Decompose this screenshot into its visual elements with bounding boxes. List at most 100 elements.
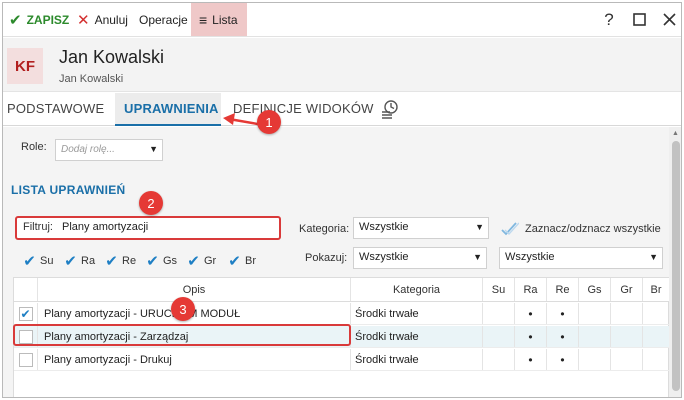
tab-history[interactable] [380,99,400,119]
row-ra[interactable]: • [515,349,547,370]
column-header-ra[interactable]: Ra [515,278,547,301]
row-br[interactable] [643,349,669,370]
pokazuj-label: Pokazuj: [305,252,348,264]
table-row[interactable]: Plany amortyzacji - Drukuj Środki trwałe… [14,349,669,371]
avatar: KF [7,48,43,84]
row-checkbox-cell: ✔ [14,303,38,324]
row-checkbox[interactable]: ✔ [18,306,33,321]
scroll-up-icon[interactable]: ▲ [672,130,679,137]
section-title: LISTA UPRAWNIEŃ [11,183,126,197]
save-button[interactable]: ✔ ZAPISZ [9,3,69,36]
row-gr[interactable] [611,349,643,370]
scrollbar-thumb[interactable] [672,141,680,391]
row-gs[interactable] [579,303,611,324]
row-ra[interactable]: • [515,303,547,324]
tab-basic[interactable]: PODSTAWOWE [7,101,104,116]
column-header-gs[interactable]: Gs [579,278,611,301]
row-su[interactable] [483,349,515,370]
chevron-down-icon: ▼ [149,144,158,154]
tab-bar: PODSTAWOWE UPRAWNIENIA DEFINICJE WIDOKÓW [3,93,681,126]
column-header-gr[interactable]: Gr [611,278,643,301]
row-checkbox[interactable] [18,352,33,367]
row-highlight-outline [13,324,351,346]
tab-permissions[interactable]: UPRAWNIENIA [115,93,221,126]
row-re[interactable]: • [547,326,579,347]
maximize-button[interactable] [627,3,651,36]
table-row[interactable]: ✔ Plany amortyzacji - URUCHOM MODUŁ Środ… [14,303,669,325]
help-button[interactable]: ? [597,3,621,36]
kategoria-select[interactable]: Wszystkie ▼ [353,217,489,239]
menu-icon: ≡ [199,11,208,28]
row-ra[interactable]: • [515,326,547,347]
maximize-icon [632,13,646,26]
app-window: ✔ ZAPISZ ✕ Anuluj Operacje ≡ Lista ? KF … [2,2,682,398]
column-header-opis[interactable]: Opis [38,278,351,301]
row-opis: Plany amortyzacji - Drukuj [38,349,351,370]
kategoria-label: Kategoria: [299,223,350,235]
column-toggle-br[interactable]: ✔ Br [224,252,265,270]
row-br[interactable] [643,303,669,324]
row-gs[interactable] [579,349,611,370]
header-check-cell [14,278,38,301]
table-header-row: Opis Kategoria Su Ra Re Gs Gr Br [14,278,669,302]
secondary-filter-select[interactable]: Wszystkie ▼ [499,247,663,269]
filter-label: Filtruj: [23,221,53,233]
column-toggle-ra[interactable]: ✔ Ra [60,252,101,270]
operations-button[interactable]: Operacje [139,3,188,36]
row-re[interactable]: • [547,349,579,370]
check-icon: ✔ [146,253,159,270]
row-gr[interactable] [611,303,643,324]
toolbar: ✔ ZAPISZ ✕ Anuluj Operacje ≡ Lista ? [3,3,681,37]
toggle-all-button[interactable]: Zaznacz/odznacz wszystkie [501,221,661,237]
annotation-badge-1: 1 [257,110,281,134]
check-icon: ✔ [9,11,22,29]
column-header-br[interactable]: Br [643,278,669,301]
annotation-badge-2: 2 [139,191,163,215]
row-re[interactable]: • [547,303,579,324]
vertical-scrollbar[interactable]: ▲ [669,127,681,397]
check-icon: ✔ [20,306,31,321]
row-kategoria: Środki trwałe [351,326,483,347]
row-su[interactable] [483,326,515,347]
column-toggle-re[interactable]: ✔ Re [101,252,142,270]
column-toggles: ✔ Su ✔ Ra ✔ Re ✔ Gs ✔ Gr ✔ Br [19,249,265,273]
close-icon [662,13,676,26]
row-gr[interactable] [611,326,643,347]
row-br[interactable] [643,326,669,347]
check-icon: ✔ [187,253,200,270]
column-header-su[interactable]: Su [483,278,515,301]
filter-value: Plany amortyzacji [62,221,149,233]
chevron-down-icon: ▼ [473,252,482,262]
close-x-icon: ✕ [77,11,90,29]
row-checkbox-cell [14,349,38,370]
column-toggle-gr[interactable]: ✔ Gr [183,252,224,270]
permissions-panel: Role: Dodaj rolę... ▼ LISTA UPRAWNIEŃ Fi… [3,127,669,397]
chevron-down-icon: ▼ [475,222,484,232]
chevron-down-icon: ▼ [649,252,658,262]
filter-input[interactable]: Filtruj: Plany amortyzacji [15,216,281,240]
history-icon [382,100,398,119]
record-header: KF Jan Kowalski Jan Kowalski [3,38,681,92]
row-kategoria: Środki trwałe [351,349,483,370]
row-su[interactable] [483,303,515,324]
check-icon: ✔ [105,253,118,270]
record-title: Jan Kowalski [59,47,165,67]
role-select[interactable]: Dodaj rolę... ▼ [55,139,163,161]
check-icon: ✔ [228,253,241,270]
record-subtitle: Jan Kowalski [59,73,124,85]
row-kategoria: Środki trwałe [351,303,483,324]
list-button[interactable]: ≡ Lista [191,3,247,36]
column-header-re[interactable]: Re [547,278,579,301]
role-label: Role: [21,141,47,153]
check-icon: ✔ [64,253,77,270]
close-window-button[interactable] [657,3,681,36]
row-gs[interactable] [579,326,611,347]
check-icon: ✔ [23,253,36,270]
pokazuj-select[interactable]: Wszystkie ▼ [353,247,487,269]
column-toggle-gs[interactable]: ✔ Gs [142,252,183,270]
double-check-icon [501,222,519,236]
column-toggle-su[interactable]: ✔ Su [19,252,60,270]
cancel-button[interactable]: ✕ Anuluj [77,3,128,36]
column-header-kategoria[interactable]: Kategoria [351,278,483,301]
annotation-badge-3: 3 [171,297,195,321]
